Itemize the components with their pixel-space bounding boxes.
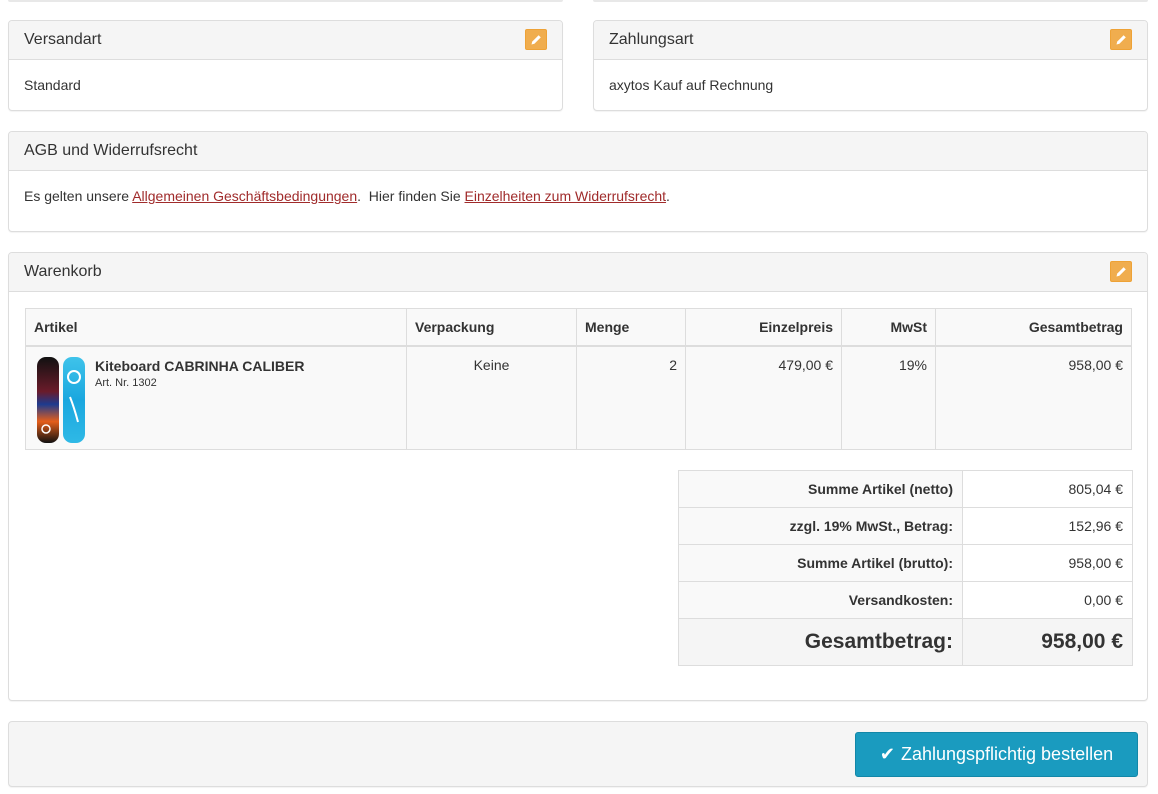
cart-title: Warenkorb [24,263,102,280]
product-name[interactable]: Kiteboard CABRINHA CALIBER [95,357,304,375]
product-text: Kiteboard CABRINHA CALIBER Art. Nr. 1302 [95,357,304,443]
edit-payment-button[interactable] [1110,29,1132,50]
shipping-method-value: Standard [24,77,81,93]
net-total-label: Summe Artikel (netto) [678,470,963,508]
gross-total-label: Summe Artikel (brutto): [678,544,963,582]
totals-row-gross: Summe Artikel (brutto): 958,00 € [678,544,1133,582]
grand-total-label: Gesamtbetrag: [678,618,963,666]
previous-panel-left-edge [8,0,563,2]
table-row: Kiteboard CABRINHA CALIBER Art. Nr. 1302… [25,345,1132,450]
terms-link[interactable]: Allgemeinen Geschäftsbedingungen [132,188,357,204]
edit-shipping-button[interactable] [525,29,547,50]
cart-table-header: Artikel Verpackung Menge Einzelpreis MwS… [25,308,1132,347]
payment-method-value: axytos Kauf auf Rechnung [609,77,774,93]
place-order-button[interactable]: ✔ Zahlungspflichtig bestellen [855,732,1138,777]
pencil-icon [1116,34,1126,44]
shipping-cost-value: 0,00 € [962,581,1133,619]
total-cell: 958,00 € [935,345,1132,450]
withdrawal-link[interactable]: Einzelheiten zum Widerrufsrecht [465,188,667,204]
totals-row-shipping: Versandkosten: 0,00 € [678,581,1133,619]
vat-cell: 19% [841,345,936,450]
gross-total-value: 958,00 € [962,544,1133,582]
terms-text: Es gelten unsere Allgemeinen Geschäftsbe… [24,188,670,204]
pencil-icon [1116,266,1126,276]
order-panel: ✔ Zahlungspflichtig bestellen [8,721,1148,787]
article-cell: Kiteboard CABRINHA CALIBER Art. Nr. 1302 [25,345,407,450]
totals-row-net: Summe Artikel (netto) 805,04 € [678,470,1133,508]
column-header-packaging: Verpackung [406,308,577,347]
shipping-cost-label: Versandkosten: [678,581,963,619]
product-image[interactable] [34,356,88,443]
terms-panel: AGB und Widerrufsrecht Es gelten unsere … [8,131,1148,232]
terms-text-middle: . Hier finden Sie [357,188,465,204]
shipping-method-heading: Versandart [9,21,562,60]
place-order-label: Zahlungspflichtig bestellen [900,744,1114,764]
terms-text-suffix: . [666,188,670,204]
totals-row-vat: zzgl. 19% MwSt., Betrag: 152,96 € [678,507,1133,545]
cart-table: Artikel Verpackung Menge Einzelpreis MwS… [25,308,1132,450]
previous-panels-edge [8,0,1148,3]
check-icon: ✔ [879,744,895,764]
column-header-unit-price: Einzelpreis [685,308,842,347]
product-article-number: Art. Nr. 1302 [95,376,157,389]
column-header-vat: MwSt [841,308,936,347]
unit-price-cell: 479,00 € [685,345,842,450]
terms-heading: AGB und Widerrufsrecht [9,132,1147,171]
shipping-method-panel: Versandart Standard [8,20,563,111]
column-header-quantity: Menge [576,308,686,347]
kiteboard-image [37,356,85,443]
shipping-method-title: Versandart [24,31,102,48]
cart-heading: Warenkorb [9,253,1147,292]
vat-amount-value: 152,96 € [962,507,1133,545]
column-header-total: Gesamtbetrag [935,308,1132,347]
payment-method-panel: Zahlungsart axytos Kauf auf Rechnung [593,20,1148,111]
terms-text-prefix: Es gelten unsere [24,188,133,204]
previous-panel-right-edge [593,0,1148,2]
payment-method-title: Zahlungsart [609,31,694,48]
grand-total-value: 958,00 € [962,618,1133,666]
totals-row-grand: Gesamtbetrag: 958,00 € [678,618,1133,666]
edit-cart-button[interactable] [1110,261,1132,282]
pencil-icon [531,34,541,44]
quantity-cell: 2 [576,345,686,450]
totals-table: Summe Artikel (netto) 805,04 € zzgl. 19%… [678,470,1133,666]
vat-amount-label: zzgl. 19% MwSt., Betrag: [678,507,963,545]
column-header-article: Artikel [25,308,407,347]
payment-method-heading: Zahlungsart [594,21,1147,60]
product-info: Kiteboard CABRINHA CALIBER Art. Nr. 1302 [34,356,398,443]
net-total-value: 805,04 € [962,470,1133,508]
cart-panel: Warenkorb Artikel Verpackung Menge Einze… [8,252,1148,701]
terms-title: AGB und Widerrufsrecht [24,142,198,159]
packaging-cell: Keine [406,345,577,450]
